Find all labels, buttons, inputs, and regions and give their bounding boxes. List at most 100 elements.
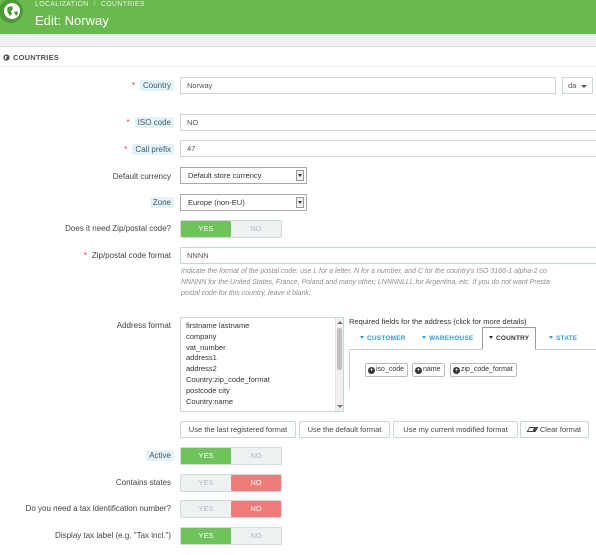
- switch-yes[interactable]: YES: [181, 448, 231, 464]
- tab-label: WAREHOUSE: [429, 335, 474, 342]
- call-prefix-label: * Call prefix: [124, 144, 174, 155]
- field-button-label: zip_code_format: [461, 366, 513, 373]
- display-tax-label-label: Display tax label (e.g. "Tax incl."): [55, 531, 171, 540]
- breadcrumb-item-localization[interactable]: LOCALIZATION: [35, 1, 89, 8]
- field-button-zip-code-format[interactable]: + zip_code_format: [450, 363, 517, 377]
- iso-code-label: * ISO code: [126, 117, 174, 128]
- eraser-icon: [526, 427, 539, 432]
- switch-no[interactable]: NO: [231, 221, 281, 237]
- caret-down-icon: [549, 336, 553, 339]
- plus-icon: +: [453, 367, 460, 374]
- textarea-scrollbar[interactable]: [335, 318, 343, 411]
- tab-label: STATE: [556, 335, 578, 342]
- switch-yes[interactable]: YES: [181, 475, 231, 491]
- plus-icon: +: [368, 367, 375, 374]
- scroll-up-icon[interactable]: [337, 321, 343, 324]
- tab-warehouse[interactable]: WAREHOUSE: [422, 328, 473, 350]
- tab-label: CUSTOMER: [367, 335, 406, 342]
- page-header: LOCALIZATION / COUNTRIES Edit: Norway: [0, 0, 596, 34]
- breadcrumb: LOCALIZATION / COUNTRIES: [35, 1, 145, 8]
- country-label-text: Country: [139, 80, 174, 91]
- use-last-registered-format-button[interactable]: Use the last registered format: [180, 421, 296, 438]
- caret-down-icon: [360, 336, 364, 339]
- zone-label-text: Zone: [149, 197, 174, 208]
- required-marker: *: [83, 251, 87, 260]
- field-button-label: iso_code: [376, 366, 405, 373]
- switch-no[interactable]: NO: [231, 528, 281, 544]
- field-button-label: name: [423, 366, 441, 373]
- address-format-textarea[interactable]: firstname lastname company vat_number ad…: [180, 317, 344, 412]
- address-format-line: address2: [186, 364, 217, 374]
- address-format-line: address1: [186, 353, 217, 363]
- tab-pane-country: + iso_code + name + zip_code_format: [349, 351, 596, 389]
- address-format-line: postcode city: [186, 385, 230, 395]
- use-current-modified-format-button[interactable]: Use my current modified format: [393, 421, 518, 438]
- required-marker: *: [124, 145, 128, 154]
- zone-label: Zone: [149, 197, 174, 208]
- use-default-format-button[interactable]: Use the default format: [299, 421, 390, 438]
- iso-code-input[interactable]: NO: [180, 114, 596, 131]
- zip-format-label: * Zip/postal code format: [84, 251, 171, 260]
- language-dropdown[interactable]: da: [562, 77, 593, 94]
- need-zip-label: Does it need Zip/postal code?: [65, 224, 171, 233]
- active-label: Active: [146, 450, 174, 461]
- call-prefix-label-text: Call prefix: [132, 144, 174, 155]
- zip-format-input[interactable]: NNNN: [180, 247, 596, 264]
- switch-no[interactable]: NO: [231, 448, 281, 464]
- switch-no[interactable]: NO: [231, 475, 281, 491]
- field-button-name[interactable]: + name: [412, 363, 445, 377]
- required-marker: *: [126, 118, 130, 127]
- address-format-line: vat_number: [186, 342, 226, 352]
- active-switch[interactable]: YES NO: [180, 447, 282, 465]
- required-fields-title: Required fields for the address (click f…: [349, 317, 527, 326]
- country-input[interactable]: Norway: [180, 77, 556, 94]
- panel-title: COUNTRIES: [13, 53, 59, 62]
- switch-no[interactable]: NO: [231, 501, 281, 517]
- clear-format-label: Clear format: [539, 425, 582, 434]
- breadcrumb-separator: /: [93, 1, 96, 8]
- select-arrow-icon: [296, 197, 304, 208]
- caret-down-icon: [489, 336, 493, 339]
- countries-panel: COUNTRIES * Country Norway da * ISO code N…: [0, 46, 596, 555]
- address-format-line: firstname lastname: [186, 321, 250, 330]
- tab-customer[interactable]: CUSTOMER: [360, 328, 406, 350]
- address-format-line: Country:zip_code_format: [186, 374, 270, 384]
- plus-icon: +: [415, 367, 422, 374]
- display-tax-label-switch[interactable]: YES NO: [180, 527, 282, 545]
- zip-format-help: Indicate the format of the postal code: …: [181, 266, 596, 299]
- language-code: da: [568, 81, 577, 90]
- active-label-text: Active: [146, 450, 174, 461]
- zip-format-label-text: Zip/postal code format: [91, 251, 171, 260]
- address-format-line: company: [186, 331, 217, 341]
- globe-icon: [3, 54, 10, 61]
- switch-yes[interactable]: YES: [181, 221, 231, 237]
- scroll-down-icon[interactable]: [337, 405, 343, 408]
- call-prefix-input[interactable]: 47: [180, 140, 596, 157]
- tab-label: COUNTRY: [496, 335, 530, 342]
- breadcrumb-item-countries[interactable]: COUNTRIES: [101, 1, 145, 8]
- clear-format-button[interactable]: Clear format: [520, 421, 589, 438]
- contains-states-switch[interactable]: YES NO: [180, 474, 282, 492]
- globe-logo-icon: [0, 0, 23, 23]
- scroll-thumb[interactable]: [337, 328, 342, 370]
- help-line: Indicate the format of the postal code: …: [181, 268, 547, 275]
- default-currency-label: Default currency: [112, 172, 171, 181]
- default-currency-select[interactable]: Default store currency: [180, 167, 307, 184]
- need-tax-id-switch[interactable]: YES NO: [180, 500, 282, 518]
- switch-yes[interactable]: YES: [181, 528, 231, 544]
- contains-states-label: Contains states: [115, 478, 171, 487]
- help-line: postal code for this country, leave it b…: [181, 290, 311, 297]
- field-button-iso-code[interactable]: + iso_code: [365, 363, 409, 377]
- tab-state[interactable]: STATE: [549, 328, 577, 350]
- zone-value: Europe (non-EU): [188, 198, 245, 207]
- switch-yes[interactable]: YES: [181, 501, 231, 517]
- need-zip-switch[interactable]: YES NO: [180, 220, 282, 238]
- zone-select[interactable]: Europe (non-EU): [180, 194, 307, 211]
- tab-country[interactable]: COUNTRY: [482, 327, 537, 350]
- default-currency-value: Default store currency: [188, 171, 262, 180]
- address-format-label: Address format: [116, 321, 171, 330]
- iso-code-label-text: ISO code: [134, 117, 174, 128]
- address-format-line: Country:name: [186, 396, 234, 406]
- help-line: NNNNN for the United States, France, Pol…: [181, 279, 550, 286]
- required-marker: *: [131, 81, 135, 90]
